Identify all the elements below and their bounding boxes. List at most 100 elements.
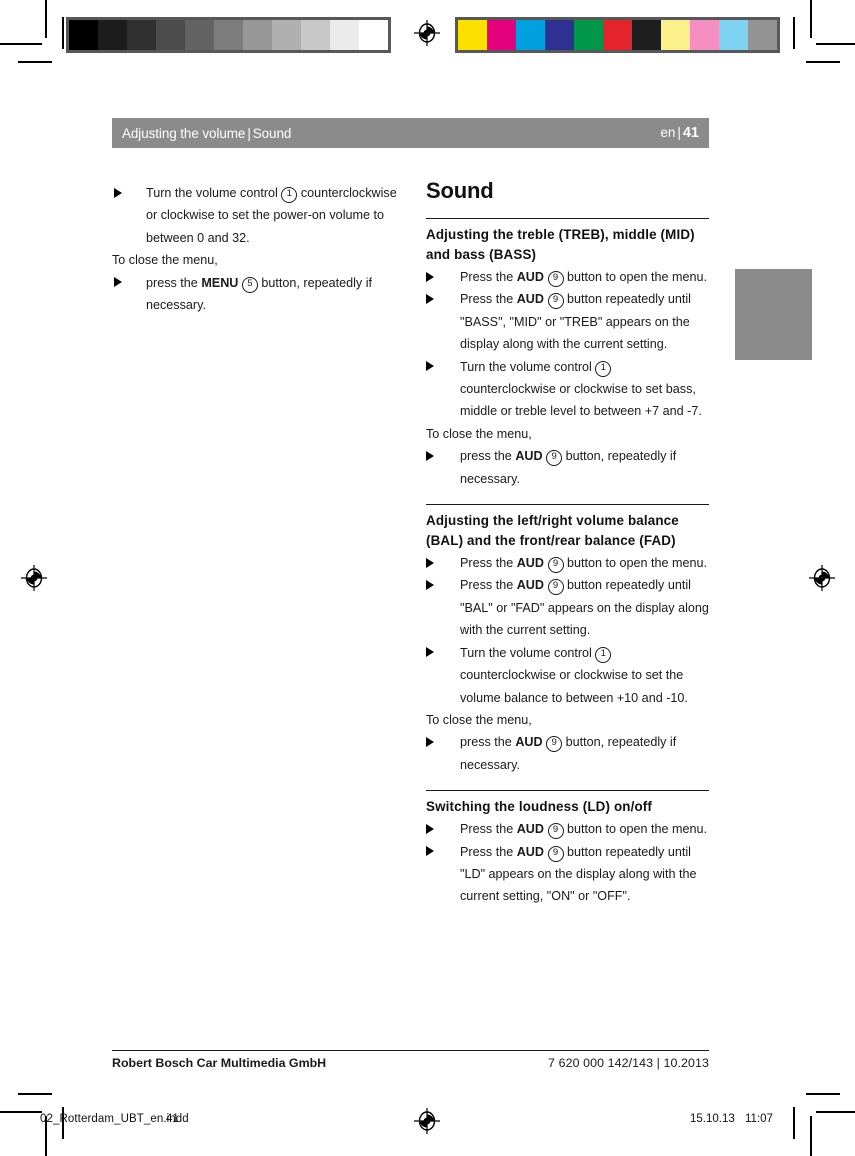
component-reference-badge: 9: [547, 579, 564, 596]
instruction-step: Press the AUD 9 button repeatedly until …: [426, 841, 709, 908]
step-text: button to open the menu.: [563, 556, 708, 571]
calibration-swatch: [458, 20, 487, 50]
close-menu-label: To close the menu,: [426, 712, 532, 727]
section-list: Adjusting the treble (TREB), middle (MID…: [426, 218, 709, 908]
component-reference-badge: 1: [281, 187, 298, 203]
calibration-swatch: [330, 20, 359, 50]
page-locator: en | 41: [660, 125, 699, 141]
instruction-step: Press the AUD 9 button repeatedly until …: [426, 574, 709, 641]
crop-mark-tl-vertical: [45, 0, 47, 38]
instruction-step: Press the AUD 9 button to open the menu.: [426, 552, 709, 574]
content-section: Adjusting the treble (TREB), middle (MID…: [426, 218, 709, 490]
calibration-swatch: [359, 20, 388, 50]
section-divider: [426, 504, 709, 506]
right-text-column: Sound Adjusting the treble (TREB), middl…: [426, 178, 709, 908]
language-code: en: [660, 125, 676, 140]
calibration-swatch: [156, 20, 185, 50]
step-text: Press the: [460, 578, 517, 593]
crop-mark-tr-bleed: [806, 61, 840, 63]
calibration-swatch: [516, 20, 545, 50]
imposition-slug: 02_Rotterdam_UBT_en.indd 41 15.10.13 11:…: [0, 1108, 855, 1136]
triangle-bullet-icon: [426, 647, 434, 658]
section-heading: Adjusting the left/right volume balance …: [426, 513, 679, 549]
triangle-bullet-icon: [426, 579, 434, 590]
language-thumb-tab: en: [713, 269, 812, 360]
trim-guide-left: [62, 17, 64, 49]
trim-guide-right: [793, 17, 795, 49]
registration-target-right: [809, 565, 835, 591]
running-header: Adjusting the volume | Sound en | 41: [112, 118, 709, 148]
process-color-bar: [455, 17, 780, 53]
instruction-step: Press the AUD 9 button repeatedly until …: [426, 288, 709, 355]
page-title: Sound: [426, 178, 494, 203]
left-steps-list: Turn the volume control 1 counterclockwi…: [112, 182, 400, 249]
calibration-swatch: [661, 20, 690, 50]
breadcrumb-subsection: Sound: [252, 125, 292, 141]
step-text: Press the: [460, 270, 517, 284]
breadcrumb: Adjusting the volume | Sound: [122, 126, 291, 141]
instruction-step: Turn the volume control 1 counterclockwi…: [426, 356, 709, 423]
triangle-bullet-icon: [426, 293, 434, 304]
left-close-steps-list: press the MENU 5 button, repeatedly if n…: [112, 272, 400, 317]
instruction-step: press the AUD 9 button, repeatedly if ne…: [426, 731, 709, 776]
section-heading: Switching the loudness (LD) on/off: [426, 799, 653, 815]
step-text: Press the: [460, 822, 517, 837]
step-text: button to open the menu.: [563, 270, 708, 284]
close-menu-label: To close the menu,: [426, 426, 532, 441]
calibration-swatch: [98, 20, 127, 50]
button-keyword: AUD: [516, 822, 544, 837]
crop-mark-tr-vertical: [810, 0, 812, 38]
calibration-swatch: [69, 20, 98, 50]
footer-company: Robert Bosch Car Multimedia GmbH: [112, 1056, 327, 1070]
triangle-bullet-icon: [426, 361, 434, 372]
grayscale-step-wedge: [66, 17, 391, 53]
step-text: counterclockwise or clockwise to set bas…: [460, 382, 702, 419]
button-keyword: AUD: [516, 578, 544, 593]
calibration-swatch: [214, 20, 243, 50]
calibration-swatch: [272, 20, 301, 50]
triangle-bullet-icon: [426, 736, 434, 747]
crop-mark-tr-horizontal: [816, 43, 855, 45]
component-reference-badge: 9: [546, 450, 563, 467]
component-reference-badge: 9: [546, 736, 563, 753]
slug-date: 15.10.13: [690, 1113, 735, 1125]
left-close-menu-label: To close the menu,: [112, 253, 218, 268]
step-text: button to open the menu.: [563, 822, 708, 837]
content-section: Switching the loudness (LD) on/off Press …: [426, 776, 709, 908]
button-keyword: AUD: [516, 292, 544, 307]
step-text: press the: [460, 735, 516, 750]
left-text-column: Turn the volume control 1 counterclockwi…: [112, 182, 400, 316]
crop-mark-tl-bleed: [18, 61, 52, 63]
footer-part-number: 7 620 000 142/143 | 10.2013: [548, 1056, 709, 1070]
calibration-swatch: [748, 20, 777, 50]
section-divider: [426, 218, 709, 219]
button-keyword: AUD: [516, 844, 544, 859]
instruction-step: Press the AUD 9 button to open the menu.: [426, 818, 709, 840]
component-reference-badge: 9: [547, 293, 564, 310]
calibration-swatch: [487, 20, 516, 50]
page-number: 41: [682, 125, 699, 141]
crop-mark-tl-horizontal: [0, 43, 42, 45]
component-reference-badge: 9: [547, 271, 564, 287]
printed-page: Adjusting the volume | Sound en | 41 en Turn…: [0, 0, 855, 1156]
calibration-swatch: [545, 20, 574, 50]
section-heading: Adjusting the treble (TREB), middle (MID…: [426, 227, 695, 262]
calibration-swatch: [603, 20, 632, 50]
calibration-swatch: [632, 20, 661, 50]
button-keyword: AUD: [515, 735, 543, 750]
slug-page: 41: [166, 1113, 179, 1125]
calibration-swatch: [574, 20, 603, 50]
content-section: Adjusting the left/right volume balance …: [426, 490, 709, 776]
triangle-bullet-icon: [426, 271, 434, 282]
instruction-step: press the AUD 9 button, repeatedly if ne…: [426, 445, 709, 490]
triangle-bullet-icon: [426, 823, 434, 834]
step-text: counterclockwise or clockwise to set the…: [460, 668, 688, 705]
breadcrumb-separator: |: [247, 125, 251, 141]
step-text: press the: [146, 275, 202, 290]
step-text: Press the: [460, 556, 517, 571]
button-keyword: AUD: [516, 556, 544, 571]
calibration-swatch: [185, 20, 214, 50]
component-reference-badge: 5: [241, 276, 258, 293]
calibration-swatch: [127, 20, 156, 50]
